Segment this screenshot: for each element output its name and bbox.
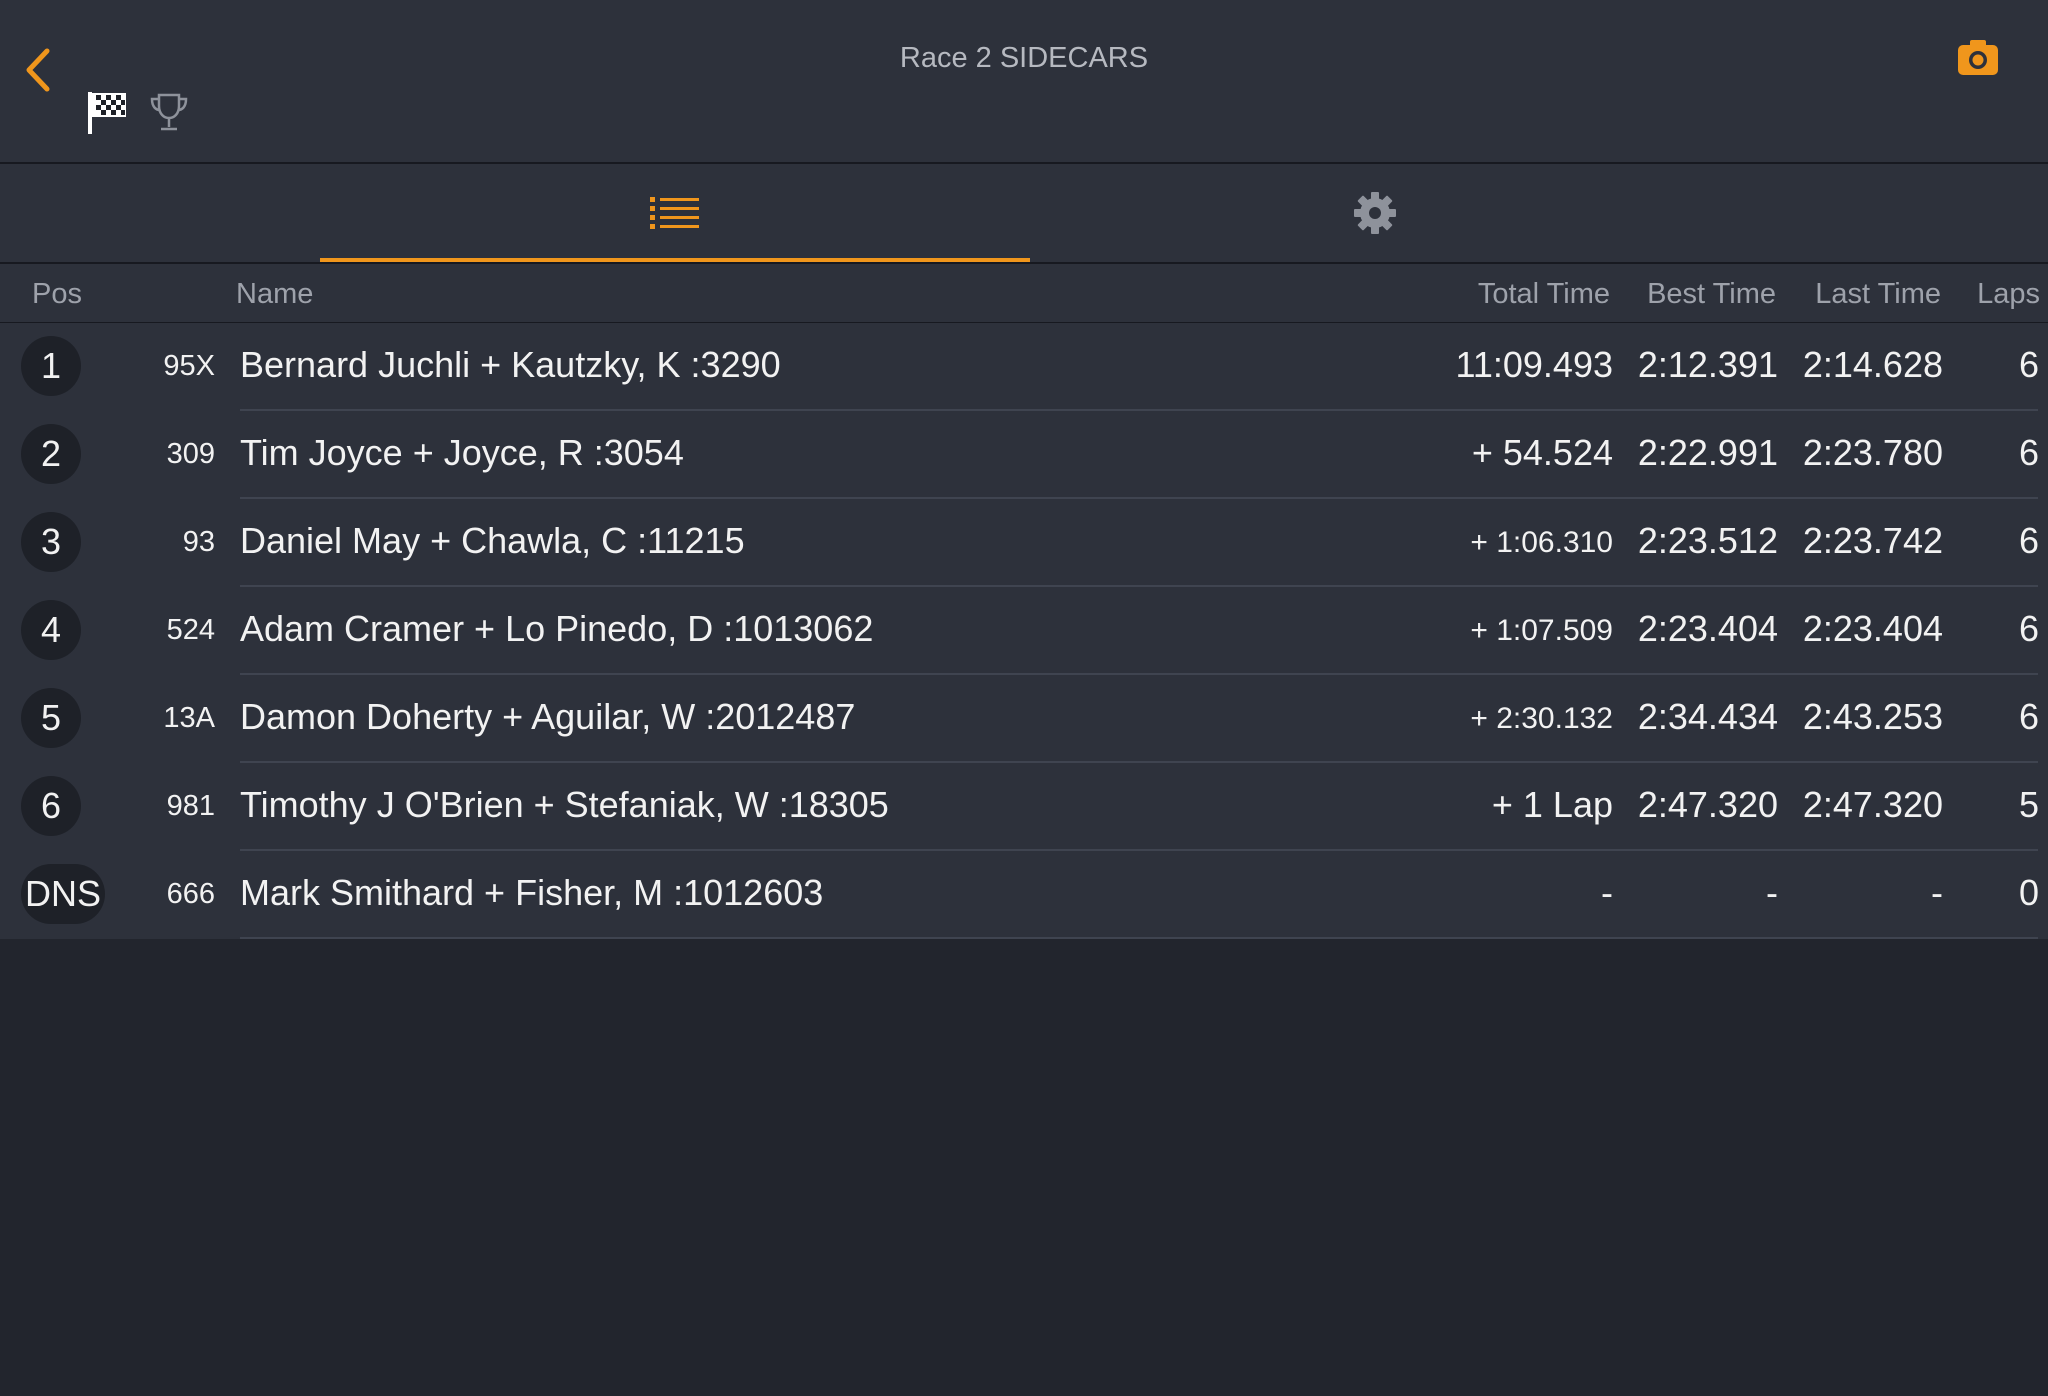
- column-header-pos[interactable]: Pos: [32, 278, 82, 311]
- laps: 6: [2018, 608, 2039, 649]
- last-time: 2:23.742: [1802, 520, 1943, 561]
- tab-settings[interactable]: [1020, 164, 1730, 262]
- table-header: Pos Name Total Time Best Time Last Time …: [0, 264, 2048, 323]
- laps: 5: [2018, 784, 2039, 825]
- column-header-best-time[interactable]: Best Time: [1647, 278, 1776, 311]
- best-time: 2:12.391: [1637, 344, 1778, 385]
- total-time: + 54.524: [1471, 432, 1613, 473]
- last-time: -: [1931, 872, 1943, 913]
- position-badge: 6: [21, 776, 81, 836]
- competitor-name: Tim Joyce + Joyce, R :3054: [240, 432, 684, 473]
- position-badge: 2: [21, 424, 81, 484]
- list-icon: [650, 197, 699, 229]
- table-row[interactable]: 3 93 Daniel May + Chawla, C :11215 + 1:0…: [0, 499, 2048, 587]
- results-table: 1 95X Bernard Juchli + Kautzky, K :3290 …: [0, 323, 2048, 939]
- competitor-name: Adam Cramer + Lo Pinedo, D :1013062: [240, 608, 874, 649]
- position-badge: DNS: [21, 864, 105, 924]
- best-time: 2:22.991: [1637, 432, 1778, 473]
- total-time: 11:09.493: [1455, 344, 1613, 385]
- table-row[interactable]: 1 95X Bernard Juchli + Kautzky, K :3290 …: [0, 323, 2048, 411]
- best-time: 2:34.434: [1637, 696, 1778, 737]
- competitor-name: Damon Doherty + Aguilar, W :2012487: [240, 696, 856, 737]
- position-badge: 4: [21, 600, 81, 660]
- column-header-name[interactable]: Name: [236, 278, 313, 311]
- checkered-flag-icon[interactable]: [86, 90, 130, 136]
- position-badge: 3: [21, 512, 81, 572]
- laps: 6: [2018, 344, 2039, 385]
- camera-icon[interactable]: [1956, 38, 2000, 78]
- competitor-name: Daniel May + Chawla, C :11215: [240, 520, 745, 561]
- total-time: + 1 Lap: [1491, 784, 1613, 825]
- position-badge: 1: [21, 336, 81, 396]
- table-row[interactable]: 5 13A Damon Doherty + Aguilar, W :201248…: [0, 675, 2048, 763]
- total-time: + 2:30.132: [1470, 702, 1613, 735]
- best-time: 2:23.404: [1637, 608, 1778, 649]
- total-time: + 1:07.509: [1470, 614, 1613, 647]
- last-time: 2:23.404: [1802, 608, 1943, 649]
- column-header-laps[interactable]: Laps: [1977, 278, 2040, 311]
- race-number: 309: [166, 438, 215, 470]
- last-time: 2:43.253: [1802, 696, 1943, 737]
- race-number: 981: [166, 790, 215, 822]
- race-number: 666: [166, 878, 215, 910]
- tab-bar: [0, 164, 2048, 264]
- position-badge: 5: [21, 688, 81, 748]
- last-time: 2:14.628: [1802, 344, 1943, 385]
- last-time: 2:47.320: [1802, 784, 1943, 825]
- table-row[interactable]: DNS 666 Mark Smithard + Fisher, M :10126…: [0, 851, 2048, 939]
- top-bar: Race 2 SIDECARS: [0, 0, 2048, 164]
- total-time: + 1:06.310: [1470, 526, 1613, 559]
- trophy-icon[interactable]: [148, 92, 190, 134]
- competitor-name: Mark Smithard + Fisher, M :1012603: [240, 872, 824, 913]
- last-time: 2:23.780: [1802, 432, 1943, 473]
- gear-icon: [1354, 192, 1396, 234]
- race-number: 95X: [163, 350, 215, 382]
- best-time: 2:23.512: [1637, 520, 1778, 561]
- race-number: 13A: [163, 702, 215, 734]
- table-row[interactable]: 6 981 Timothy J O'Brien + Stefaniak, W :…: [0, 763, 2048, 851]
- laps: 6: [2018, 432, 2039, 473]
- total-time: -: [1601, 872, 1613, 913]
- best-time: 2:47.320: [1637, 784, 1778, 825]
- laps: 0: [2018, 872, 2039, 913]
- page-title: Race 2 SIDECARS: [899, 42, 1149, 74]
- table-row[interactable]: 4 524 Adam Cramer + Lo Pinedo, D :101306…: [0, 587, 2048, 675]
- column-header-total-time[interactable]: Total Time: [1478, 278, 1610, 311]
- competitor-name: Bernard Juchli + Kautzky, K :3290: [240, 344, 781, 385]
- tab-results-list[interactable]: [320, 164, 1030, 262]
- race-number: 93: [182, 526, 215, 558]
- laps: 6: [2018, 520, 2039, 561]
- table-row[interactable]: 2 309 Tim Joyce + Joyce, R :3054 + 54.52…: [0, 411, 2048, 499]
- column-header-last-time[interactable]: Last Time: [1815, 278, 1941, 311]
- competitor-name: Timothy J O'Brien + Stefaniak, W :18305: [240, 784, 889, 825]
- laps: 6: [2018, 696, 2039, 737]
- race-number: 524: [166, 614, 215, 646]
- best-time: -: [1766, 872, 1778, 913]
